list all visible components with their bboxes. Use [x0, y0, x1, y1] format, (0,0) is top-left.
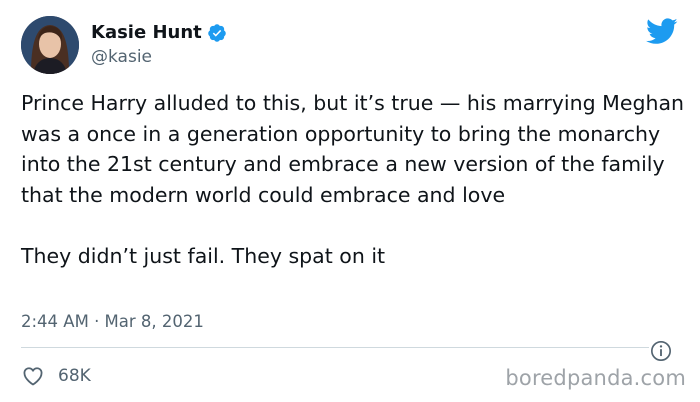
display-name[interactable]: Kasie Hunt [91, 22, 202, 43]
heart-icon [23, 367, 43, 386]
like-count: 68K [58, 366, 91, 386]
handle[interactable]: @kasie [91, 47, 152, 67]
name-row: Kasie Hunt [91, 22, 227, 43]
avatar[interactable] [21, 16, 79, 74]
tweet-text: Prince Harry alluded to this, but it’s t… [21, 88, 686, 271]
divider [21, 347, 649, 348]
info-icon[interactable] [650, 340, 672, 362]
twitter-bird-icon[interactable] [646, 18, 678, 45]
watermark: boredpanda.com [505, 366, 686, 390]
verified-badge-icon [208, 23, 226, 42]
tweet-paragraph-2: They didn’t just fail. They spat on it [21, 243, 386, 268]
avatar-image [21, 16, 79, 74]
tweet-paragraph-1: Prince Harry alluded to this, but it’s t… [21, 91, 685, 207]
like-button[interactable]: 68K [21, 364, 91, 388]
tweet-timestamp[interactable]: 2:44 AM · Mar 8, 2021 [21, 312, 204, 331]
